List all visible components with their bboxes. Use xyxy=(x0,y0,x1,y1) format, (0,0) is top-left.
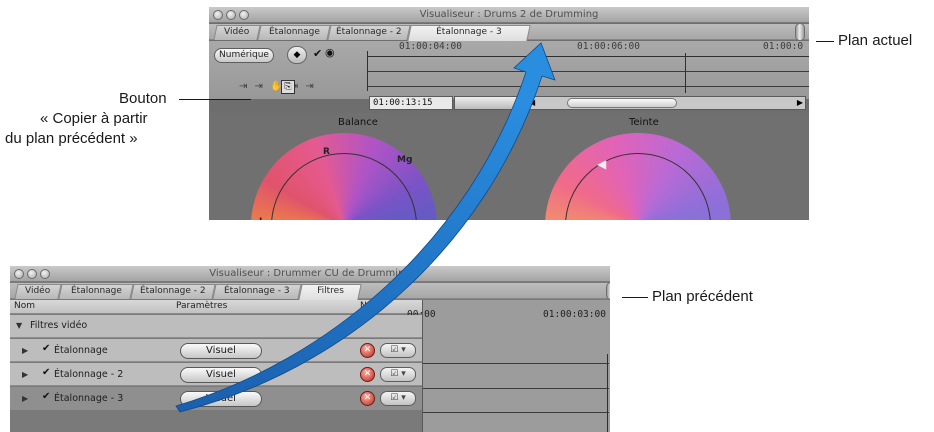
current-clip-callout: Plan actuel xyxy=(838,32,913,49)
button-callout-line2: « Copier à partir xyxy=(40,110,148,127)
button-callout-line3: du plan précédent » xyxy=(5,130,138,147)
copy-direction-arrow xyxy=(175,42,556,413)
tab-filtres[interactable]: Filtres xyxy=(298,284,362,300)
previous-clip-callout: Plan précédent xyxy=(652,288,753,305)
leader-line xyxy=(179,99,251,100)
tab-etalonnage-3[interactable]: Étalonnage - 3 xyxy=(407,25,531,41)
leader-line xyxy=(622,297,648,298)
button-callout-line1: Bouton xyxy=(119,90,167,107)
leader-line xyxy=(816,41,834,42)
